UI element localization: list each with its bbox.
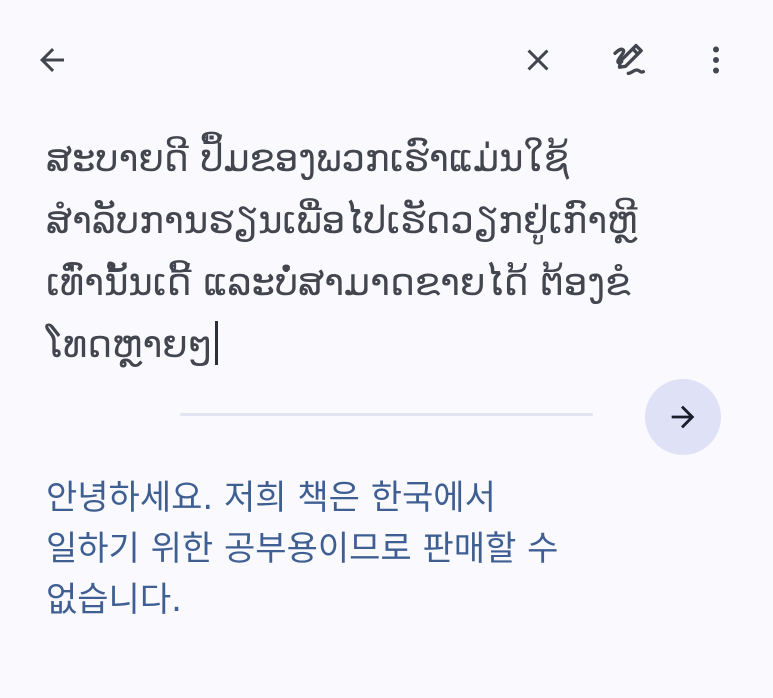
top-app-bar	[0, 0, 773, 120]
translate-screen: ສະບາຍດີ ປຶ້ມຂອງພວກເຮົາແມ່ນໃຊ້ ສຳລັບການຮຽ…	[0, 0, 773, 698]
more-options-button[interactable]	[684, 28, 748, 92]
handwriting-button[interactable]	[598, 28, 662, 92]
arrow-forward-icon	[671, 405, 695, 429]
translation-output: 안녕하세요. 저희 책은 한국에서 일하기 위한 공부용이므로 판매할 수 없습…	[46, 478, 559, 620]
source-text-input[interactable]: ສະບາຍດີ ປຶ້ມຂອງພວກເຮົາແມ່ນໃຊ້ ສຳລັບການຮຽ…	[46, 128, 746, 376]
arrow-back-icon	[40, 48, 64, 72]
handwriting-pen-icon	[613, 43, 645, 76]
text-cursor	[214, 321, 218, 365]
source-text: ສະບາຍດີ ປຶ້ມຂອງພວກເຮົາແມ່ນໃຊ້ ສຳລັບການຮຽ…	[46, 137, 638, 366]
divider	[180, 413, 593, 416]
clear-text-button[interactable]	[506, 28, 570, 92]
back-button[interactable]	[20, 28, 84, 92]
more-vert-icon	[713, 46, 719, 74]
close-icon	[527, 49, 549, 71]
translate-button[interactable]	[645, 379, 721, 455]
